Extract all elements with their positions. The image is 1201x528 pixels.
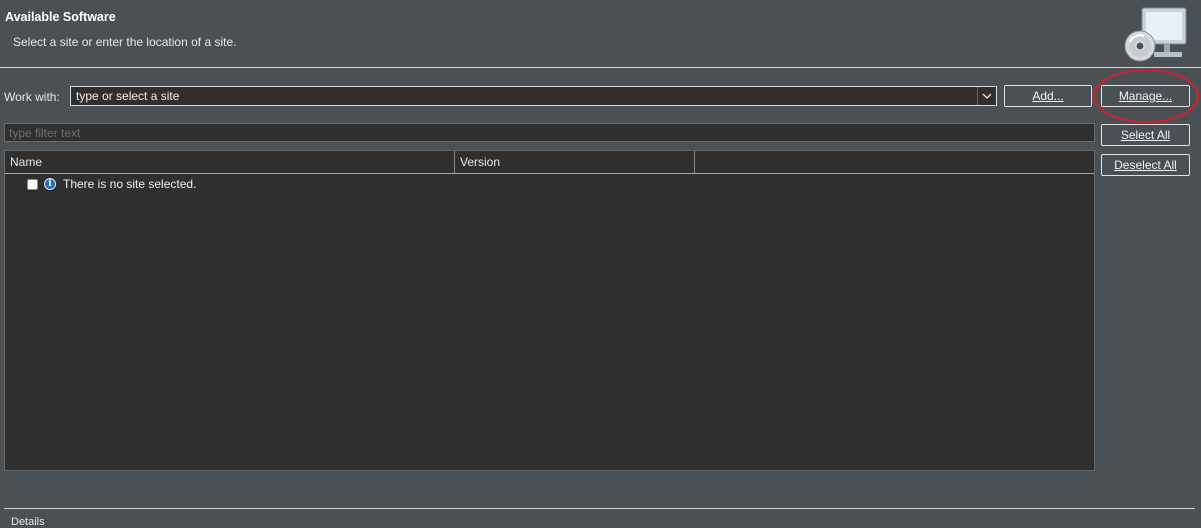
page-title: Available Software xyxy=(5,10,116,24)
deselect-all-button[interactable]: Deselect All xyxy=(1101,154,1190,176)
row-checkbox[interactable] xyxy=(27,179,38,190)
install-software-icon xyxy=(1124,7,1187,62)
column-header-version[interactable]: Version xyxy=(455,151,695,173)
add-button[interactable]: Add... xyxy=(1004,85,1092,107)
row-text: There is no site selected. xyxy=(63,177,197,191)
filter-input[interactable]: type filter text xyxy=(4,123,1095,142)
info-icon: i xyxy=(44,178,56,190)
details-divider xyxy=(4,508,1195,509)
work-with-value[interactable]: type or select a site xyxy=(76,89,179,103)
work-with-combo[interactable]: type or select a site xyxy=(70,86,997,106)
wizard-header: Available Software Select a site or ente… xyxy=(0,0,1201,68)
page-description: Select a site or enter the location of a… xyxy=(13,35,237,49)
table-header: Name Version xyxy=(5,151,1094,174)
table-row[interactable]: i There is no site selected. xyxy=(5,175,1094,193)
software-table[interactable]: Name Version i There is no site selected… xyxy=(4,150,1095,471)
manage-button[interactable]: Manage... xyxy=(1101,85,1190,107)
chevron-down-icon[interactable] xyxy=(977,87,996,105)
header-divider xyxy=(0,67,1201,68)
select-all-button[interactable]: Select All xyxy=(1101,124,1190,146)
work-with-label: Work with: xyxy=(4,90,60,104)
details-label: Details xyxy=(8,516,48,528)
column-header-name[interactable]: Name xyxy=(5,151,455,173)
